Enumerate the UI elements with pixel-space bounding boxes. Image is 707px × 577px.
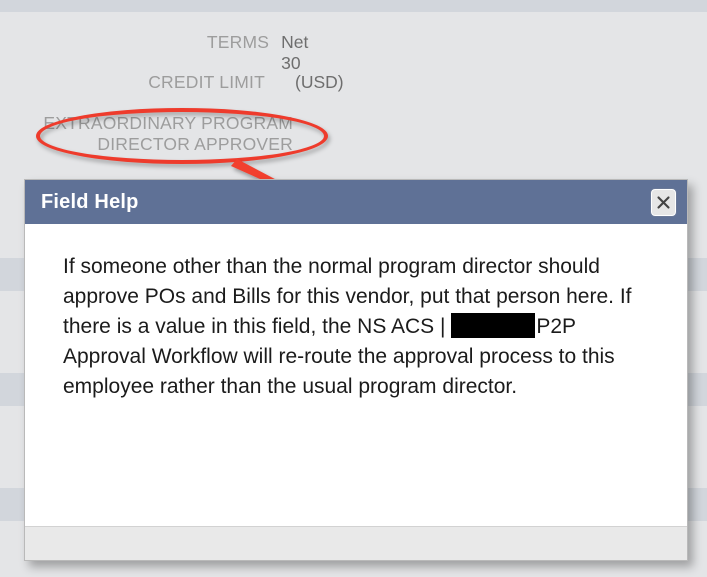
dialog-title: Field Help <box>41 190 139 213</box>
field-label-credit-limit: CREDIT LIMIT <box>148 72 265 92</box>
close-x-icon <box>657 195 670 209</box>
dialog-footer <box>25 526 687 560</box>
field-row-extraordinary-program-director-approver: EXTRAORDINARY PROGRAM DIRECTOR APPROVER <box>8 113 328 155</box>
field-value-terms[interactable]: Net 30 <box>281 32 328 74</box>
field-label-extraordinary-program-director-approver[interactable]: EXTRAORDINARY PROGRAM DIRECTOR APPROVER <box>8 113 293 155</box>
field-row-credit-limit: CREDIT LIMIT (USD) <box>28 72 368 93</box>
close-icon[interactable] <box>651 188 676 216</box>
dialog-titlebar: Field Help <box>25 180 687 224</box>
background-stripe <box>0 0 707 12</box>
field-value-credit-limit[interactable]: (USD) <box>295 72 344 93</box>
field-help-dialog: Field Help If someone other than the nor… <box>24 179 688 561</box>
redaction-block <box>451 313 536 338</box>
field-help-text: If someone other than the normal program… <box>63 252 657 402</box>
dialog-body: If someone other than the normal program… <box>25 224 687 526</box>
field-row-terms: TERMS Net 30 <box>28 32 328 74</box>
field-label-terms: TERMS <box>206 32 270 52</box>
